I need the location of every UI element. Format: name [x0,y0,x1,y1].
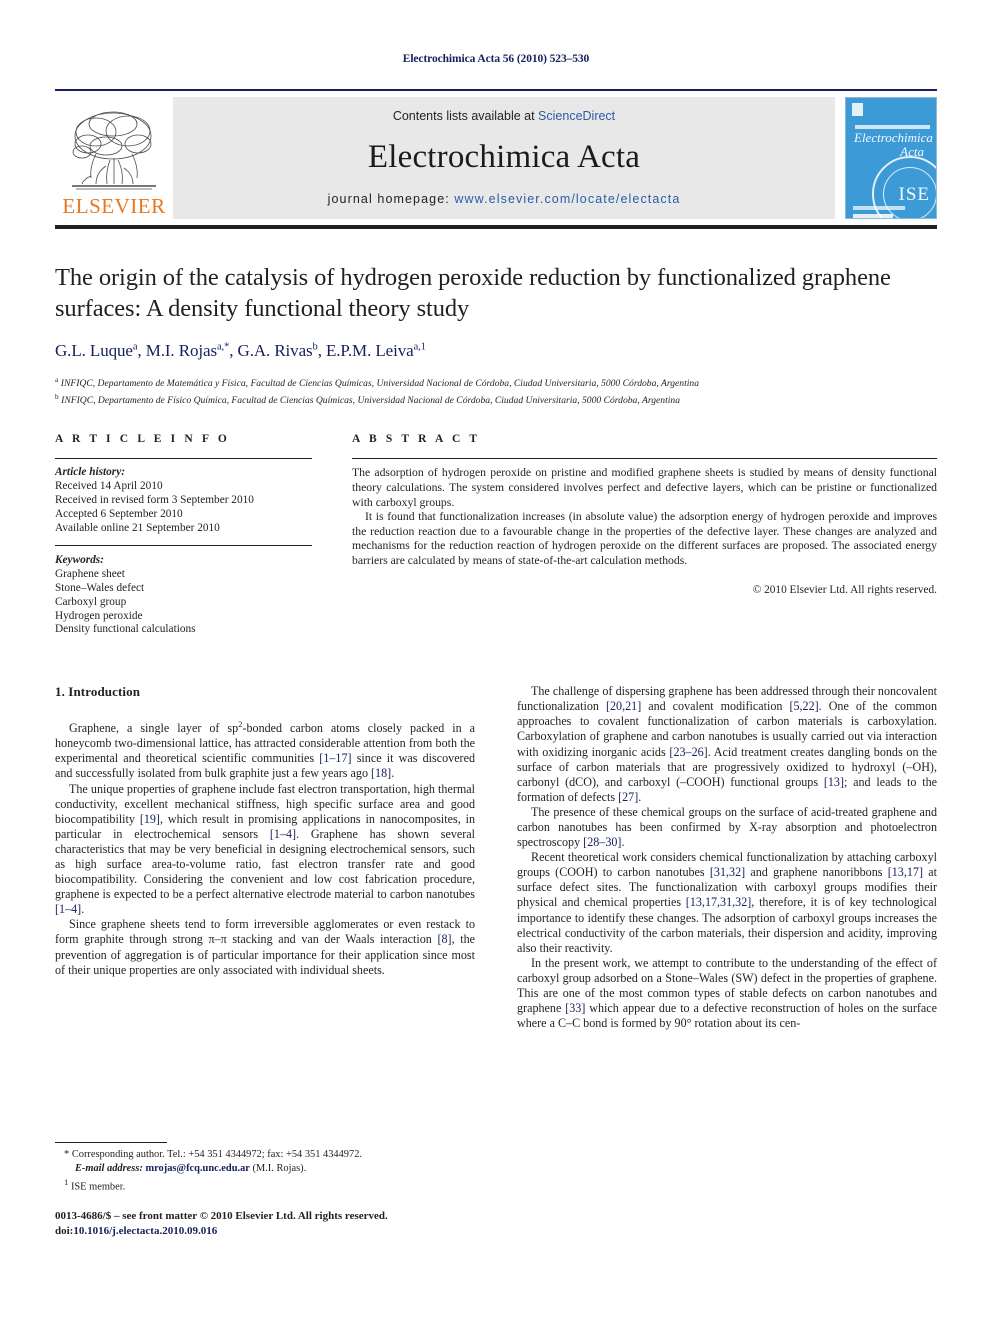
abstract-copyright: © 2010 Elsevier Ltd. All rights reserved… [752,583,937,596]
intro-paragraph: The unique properties of graphene includ… [55,781,475,917]
affiliation-marker-a: a [55,375,59,384]
contents-prefix: Contents lists available at [392,109,539,123]
footnote-marker-1: 1 [64,1177,69,1188]
imprint-block: 0013-4686/$ – see front matter © 2010 El… [55,1209,388,1238]
keyword-item: Hydrogen peroxide [55,609,143,622]
intro-paragraph: The presence of these chemical groups on… [517,804,937,850]
history-item-online: Available online 21 September 2010 [55,521,220,534]
intro-paragraph: Graphene, a single layer of sp2-bonded c… [55,719,475,781]
doi-link[interactable]: 10.1016/j.electacta.2010.09.016 [73,1225,217,1237]
homepage-url-link[interactable]: www.elsevier.com/locate/electacta [454,192,680,206]
article-history-block: Article history: Received 14 April 2010 … [55,466,312,535]
keywords-label: Keywords: [55,554,104,567]
abstract-heading: A B S T R A C T [352,433,481,446]
email-address-owner: (M.I. Rojas). [252,1163,307,1175]
page-title: The origin of the catalysis of hydrogen … [55,264,891,322]
imprint-doi: doi:10.1016/j.electacta.2010.09.016 [55,1224,388,1239]
elsevier-logo: ELSEVIER [55,97,173,219]
abstract-body: The adsorption of hydrogen peroxide on p… [352,466,937,568]
affiliation-list: a INFIQC, Departamento de Matemática y F… [55,374,937,407]
keywords-rule [55,545,312,547]
elsevier-tree-icon [66,106,162,194]
footnote-email: E-mail address: mrojas@fcq.unc.edu.ar (M… [64,1162,485,1175]
section-title-introduction: 1. Introduction [55,684,141,700]
email-address-label: E-mail address: [75,1163,143,1175]
sciencedirect-link[interactable]: ScienceDirect [538,109,615,123]
footnote-corresponding-author: * Corresponding author. Tel.: +54 351 43… [64,1148,485,1161]
journal-title: Electrochimica Acta [367,139,641,175]
journal-masthead: ELSEVIER Contents lists available at Sci… [55,89,937,229]
affiliation-b: b INFIQC, Departamento de Físico Química… [55,391,937,408]
cover-title-line1: Electrochimica [854,130,933,145]
affiliation-a: a INFIQC, Departamento de Matemática y F… [55,374,937,391]
abstract-paragraph-2: It is found that functionalization incre… [352,510,937,567]
affiliation-text-b: INFIQC, Departamento de Físico Química, … [61,394,680,406]
body-column-right: The challenge of dispersing graphene has… [517,684,937,1031]
masthead-panel: Contents lists available at ScienceDirec… [173,97,835,219]
homepage-prefix: journal homepage: [327,192,455,206]
footnote-marker-asterisk: * [64,1149,70,1160]
body-column-left: 1. Introduction Graphene, a single layer… [55,684,475,1031]
history-item-accepted: Accepted 6 September 2010 [55,507,183,520]
footnote-ise-text: ISE member. [70,1181,126,1193]
email-address-link[interactable]: mrojas@fcq.unc.edu.ar [145,1163,249,1174]
abstract-rule [352,458,937,460]
masthead-bottom-rule [55,225,937,229]
history-item-revised: Received in revised form 3 September 201… [55,493,254,506]
cover-journal-title: Electrochimica Acta [854,130,933,159]
imprint-front-matter: 0013-4686/$ – see front matter © 2010 El… [55,1210,388,1222]
keyword-item: Carboxyl group [55,595,127,608]
article-page: Electrochimica Acta 56 (2010) 523–530 EL… [0,0,992,1323]
intro-paragraph: The challenge of dispersing graphene has… [517,684,938,804]
keyword-item: Density functional calculations [55,623,196,636]
intro-paragraph: Since graphene sheets tend to form irrev… [55,917,475,977]
doi-label: doi: [55,1224,74,1237]
article-history-label: Article history: [55,466,125,479]
abstract-paragraph-1: The adsorption of hydrogen peroxide on p… [352,466,937,509]
author-list: G.L. Luquea, M.I. Rojasa,*, G.A. Rivasb,… [55,341,426,360]
cover-publisher-icon [852,103,863,116]
cover-tagline-bar [855,125,930,129]
journal-homepage-line: journal homepage: www.elsevier.com/locat… [328,192,681,206]
footnote-ise-member: 1 ISE member. [64,1176,485,1194]
article-info-heading: A R T I C L E I N F O [55,433,230,446]
intro-paragraph: In the present work, we attempt to contr… [517,955,938,1031]
history-item-received: Received 14 April 2010 [55,480,163,493]
keywords-block: Keywords: Graphene sheet Stone–Wales def… [55,554,312,637]
footnote-corresponding-text: Corresponding author. Tel.: +54 351 4344… [71,1149,362,1160]
footnote-block: * Corresponding author. Tel.: +54 351 43… [55,1142,485,1195]
footnote-rule [55,1142,167,1143]
body-columns: 1. Introduction Graphene, a single layer… [55,684,937,1031]
journal-cover-thumbnail: Electrochimica Acta ISE [845,97,937,219]
elsevier-wordmark: ELSEVIER [62,194,166,218]
keyword-item: Stone–Wales defect [55,581,145,594]
affiliation-text-a: INFIQC, Departamento de Matemática y Fís… [60,378,700,390]
contents-list-line: Contents lists available at ScienceDirec… [393,109,615,123]
affiliation-marker-b: b [55,391,59,401]
abstract-column: A B S T R A C T The adsorption of hydrog… [352,433,937,637]
article-info-column: A R T I C L E I N F O Article history: R… [55,433,312,637]
ise-seal-label: ISE [898,184,930,205]
keyword-item: Graphene sheet [55,568,125,581]
running-head: Electrochimica Acta 56 (2010) 523–530 [402,53,590,65]
intro-paragraph: Recent theoretical work considers chemic… [517,850,937,955]
article-info-rule [55,458,312,460]
info-abstract-row: A R T I C L E I N F O Article history: R… [55,433,937,637]
